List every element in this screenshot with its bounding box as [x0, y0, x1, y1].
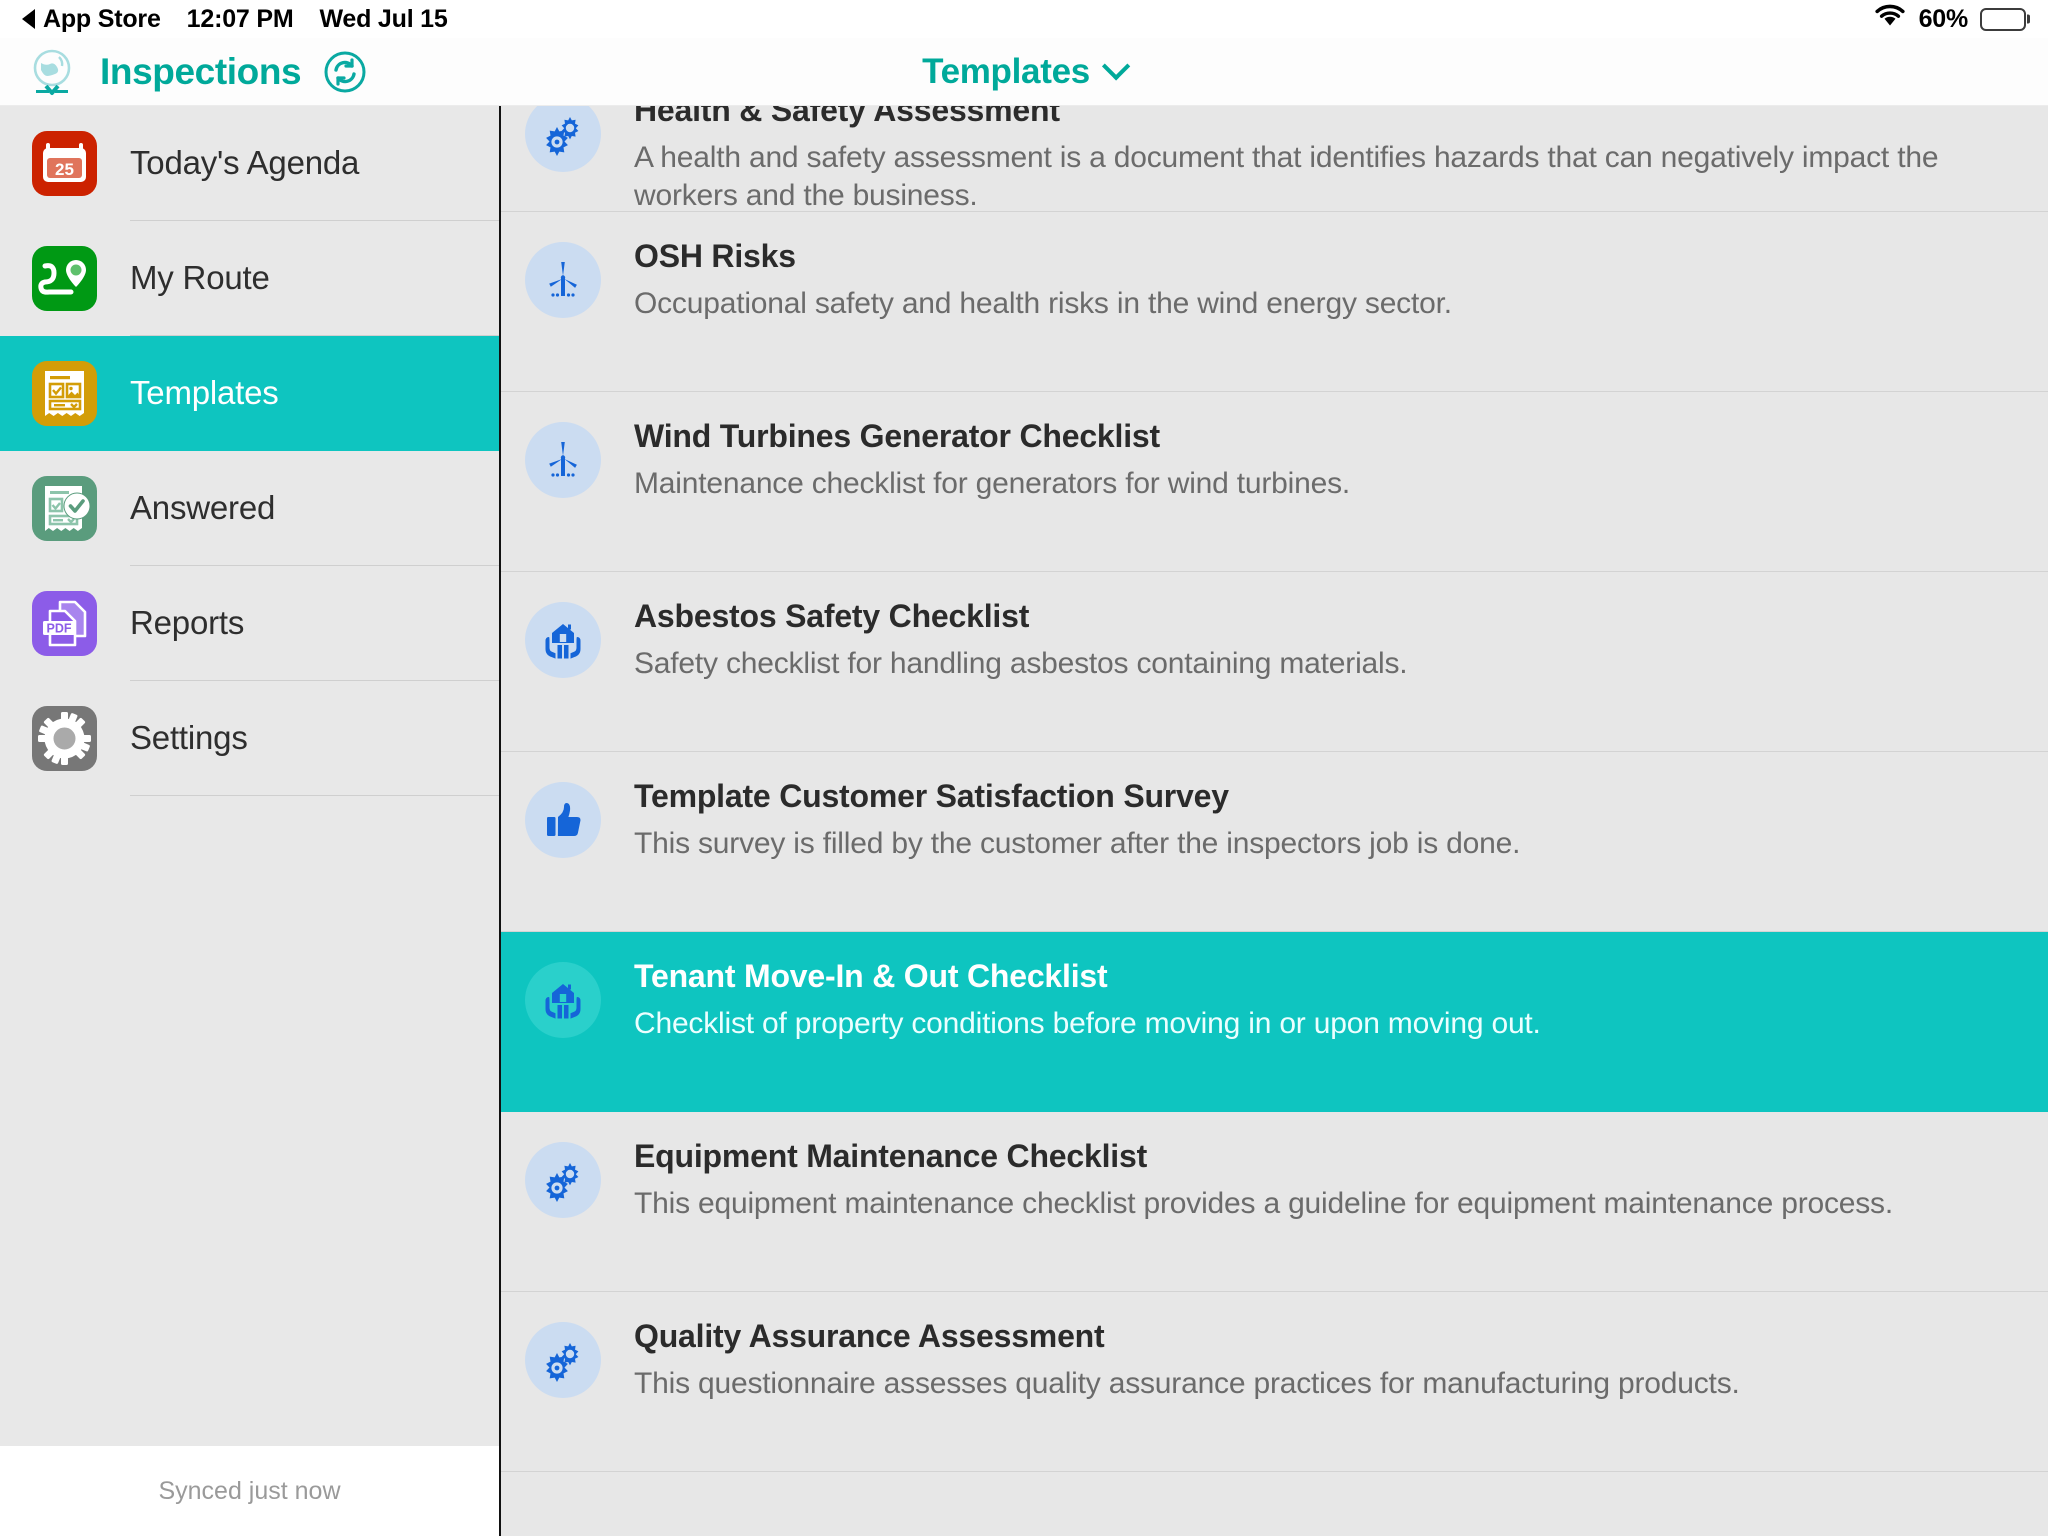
- status-bar: App Store 12:07 PM Wed Jul 15 60%: [0, 0, 2048, 38]
- template-title: OSH Risks: [634, 238, 796, 274]
- back-to-app-store[interactable]: App Store: [22, 5, 161, 34]
- template-description: Safety checklist for handling asbestos c…: [634, 647, 1408, 680]
- sidebar-item-todays-agenda[interactable]: 25 Today's Agenda: [0, 106, 499, 221]
- battery-percent-label: 60%: [1918, 4, 1969, 33]
- template-row[interactable]: Template Customer Satisfaction Survey Th…: [501, 752, 2048, 932]
- templates-dropdown-label: Templates: [922, 51, 1090, 91]
- templates-dropdown-button[interactable]: Templates: [922, 51, 1131, 92]
- template-row[interactable]: Equipment Maintenance Checklist This equ…: [501, 1112, 2048, 1292]
- wind-turbine-icon: [525, 242, 601, 318]
- template-description: This survey is filled by the customer af…: [634, 827, 1521, 860]
- gears-icon: [525, 1322, 601, 1398]
- sidebar-footer: Synced just now: [0, 1446, 499, 1536]
- sidebar-item-reports[interactable]: PDF Reports: [0, 566, 499, 681]
- answered-check-form-icon: [32, 476, 97, 541]
- app-body: 25 Today's Agenda My Route Templates Ans…: [0, 106, 2048, 1536]
- template-row-selected[interactable]: Tenant Move-In & Out Checklist Checklist…: [501, 932, 2048, 1112]
- template-description: A health and safety assessment is a docu…: [634, 141, 1939, 213]
- template-title: Quality Assurance Assessment: [634, 1318, 1105, 1354]
- svg-text:PDF: PDF: [47, 622, 72, 636]
- sidebar-item-label: Settings: [130, 719, 248, 756]
- template-row[interactable]: Quality Assurance Assessment This questi…: [501, 1292, 2048, 1472]
- sidebar-item-label: Reports: [130, 604, 245, 641]
- sync-status-label: Synced just now: [158, 1476, 341, 1505]
- back-app-label: App Store: [43, 4, 161, 33]
- battery-icon: [1980, 7, 2026, 31]
- sidebar-item-templates[interactable]: Templates: [0, 336, 499, 451]
- gears-icon: [525, 1142, 601, 1218]
- template-description: This equipment maintenance checklist pro…: [634, 1187, 1893, 1220]
- sidebar-item-answered[interactable]: Answered: [0, 451, 499, 566]
- template-row[interactable]: OSH Risks Occupational safety and health…: [501, 212, 2048, 392]
- house-in-hands-icon: [525, 602, 601, 678]
- wifi-icon: [1873, 3, 1907, 35]
- sidebar-item-settings[interactable]: Settings: [0, 681, 499, 796]
- template-title: Tenant Move-In & Out Checklist: [634, 958, 1108, 994]
- template-row[interactable]: Asbestos Safety Checklist Safety checkli…: [501, 572, 2048, 752]
- template-description: Occupational safety and health risks in …: [634, 287, 1452, 320]
- back-arrow-icon: [22, 9, 35, 29]
- svg-text:25: 25: [55, 160, 74, 179]
- gears-icon: [525, 106, 601, 172]
- template-title: Equipment Maintenance Checklist: [634, 1138, 1148, 1174]
- sidebar-item-label: My Route: [130, 259, 270, 296]
- template-description: Maintenance checklist for generators for…: [634, 467, 1351, 500]
- template-title: Wind Turbines Generator Checklist: [634, 418, 1160, 454]
- template-title: Asbestos Safety Checklist: [634, 598, 1030, 634]
- sync-refresh-icon[interactable]: [323, 50, 367, 94]
- template-description: This questionnaire assesses quality assu…: [634, 1367, 1740, 1400]
- thumbs-up-icon: [525, 782, 601, 858]
- chevron-down-icon: [1101, 51, 1131, 80]
- sidebar-item-my-route[interactable]: My Route: [0, 221, 499, 336]
- sidebar-nav-list: 25 Today's Agenda My Route Templates Ans…: [0, 106, 499, 1446]
- calendar-icon: 25: [32, 131, 97, 196]
- sidebar-item-label: Templates: [130, 374, 279, 411]
- status-time: 12:07 PM: [186, 4, 294, 33]
- gear-icon: [32, 706, 97, 771]
- sidebar-item-label: Answered: [130, 489, 276, 526]
- template-title: Template Customer Satisfaction Survey: [634, 778, 1229, 814]
- pdf-report-icon: PDF: [32, 591, 97, 656]
- templates-list[interactable]: Health & Safety Assessment A health and …: [501, 106, 2048, 1536]
- template-description: Checklist of property conditions before …: [634, 1007, 1541, 1040]
- sidebar-item-label: Today's Agenda: [130, 144, 360, 181]
- status-date: Wed Jul 15: [319, 4, 448, 33]
- template-row[interactable]: Health & Safety Assessment A health and …: [501, 106, 2048, 212]
- house-in-hands-icon: [525, 962, 601, 1038]
- template-form-icon: [32, 361, 97, 426]
- template-row[interactable]: Wind Turbines Generator Checklist Mainte…: [501, 392, 2048, 572]
- sidebar: 25 Today's Agenda My Route Templates Ans…: [0, 106, 501, 1536]
- app-header: Inspections Templates: [0, 38, 2048, 106]
- route-map-pin-icon: [32, 246, 97, 311]
- template-title: Health & Safety Assessment: [634, 106, 1060, 128]
- wind-turbine-icon: [525, 422, 601, 498]
- globe-airplane-logo-icon: [26, 46, 78, 98]
- app-title: Inspections: [100, 50, 302, 92]
